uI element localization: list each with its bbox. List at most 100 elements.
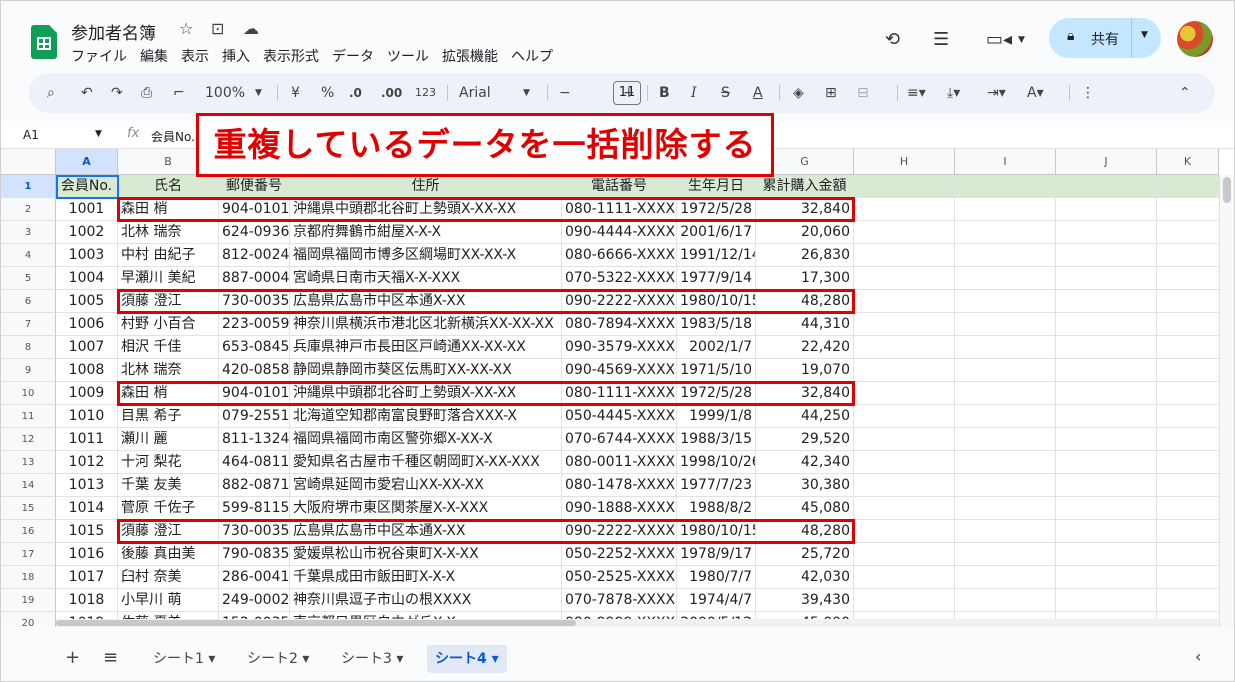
table-cell[interactable]: 39,430 (756, 589, 854, 612)
italic-button[interactable]: I (691, 73, 697, 113)
empty-cell[interactable] (1056, 474, 1157, 497)
table-cell[interactable]: 080-1111-XXXX (562, 198, 677, 221)
header-cell[interactable]: 氏名 (118, 175, 219, 198)
more-formats-button[interactable]: 123 (415, 73, 436, 113)
table-cell[interactable]: 兵庫県神戸市長田区戸崎通XX-XX-XX (290, 336, 562, 359)
scrollbar-thumb[interactable] (1223, 177, 1231, 203)
empty-cell[interactable] (955, 198, 1056, 221)
table-cell[interactable]: 25,720 (756, 543, 854, 566)
table-cell[interactable]: 1004 (56, 267, 118, 290)
table-cell[interactable]: 福岡県福岡市博多区綱場町XX-XX-X (290, 244, 562, 267)
table-cell[interactable]: 32,840 (756, 198, 854, 221)
row-header[interactable]: 1 (1, 175, 56, 198)
table-cell[interactable]: 1016 (56, 543, 118, 566)
table-cell[interactable]: 須藤 澄江 (118, 290, 219, 313)
table-cell[interactable]: 広島県広島市中区本通X-XX (290, 290, 562, 313)
empty-cell[interactable] (1056, 290, 1157, 313)
table-cell[interactable]: 090-4444-XXXX (562, 221, 677, 244)
row-header[interactable]: 3 (1, 221, 56, 244)
empty-cell[interactable] (854, 451, 955, 474)
table-cell[interactable]: 大阪府堺市東区関茶屋X-X-XXX (290, 497, 562, 520)
table-cell[interactable]: 070-7878-XXXX (562, 589, 677, 612)
sheet-grid[interactable]: ABCDEFGHIJK 1234567891011121314151617181… (1, 149, 1234, 627)
menu-item[interactable]: 表示 (181, 46, 209, 66)
menu-item[interactable]: ファイル (71, 46, 127, 66)
menu-item[interactable]: ツール (387, 46, 429, 66)
menu-item[interactable]: 編集 (140, 46, 168, 66)
row-header[interactable]: 16 (1, 520, 56, 543)
table-cell[interactable]: 887-0004 (219, 267, 290, 290)
percent-format-button[interactable]: % (321, 73, 334, 113)
empty-cell[interactable] (1056, 313, 1157, 336)
empty-cell[interactable] (1056, 336, 1157, 359)
table-cell[interactable]: 1011 (56, 428, 118, 451)
table-cell[interactable]: 624-0936 (219, 221, 290, 244)
table-cell[interactable]: 070-5322-XXXX (562, 267, 677, 290)
table-cell[interactable]: 44,310 (756, 313, 854, 336)
bold-button[interactable]: B (659, 73, 670, 113)
zoom-select[interactable]: 100% (205, 73, 245, 113)
table-cell[interactable]: 千葉県成田市飯田町X-X-X (290, 566, 562, 589)
empty-cell[interactable] (1056, 175, 1157, 198)
table-cell[interactable]: 1980/7/7 (677, 566, 756, 589)
table-cell[interactable]: 神奈川県逗子市山の根XXXX (290, 589, 562, 612)
empty-cell[interactable] (854, 244, 955, 267)
table-cell[interactable]: 小早川 萌 (118, 589, 219, 612)
table-cell[interactable]: 北林 瑞奈 (118, 221, 219, 244)
increase-decimal-button[interactable]: .00 (381, 73, 402, 113)
chevron-left-icon[interactable]: ‹ (1195, 647, 1201, 666)
sheets-logo-icon[interactable] (31, 25, 57, 59)
text-color-button[interactable]: A (753, 73, 763, 113)
table-cell[interactable]: 1972/5/28 (677, 198, 756, 221)
table-cell[interactable]: 45,080 (756, 497, 854, 520)
table-cell[interactable]: 1980/10/15 (677, 290, 756, 313)
empty-cell[interactable] (1056, 428, 1157, 451)
table-cell[interactable]: 1998/10/26 (677, 451, 756, 474)
table-cell[interactable]: 森田 梢 (118, 382, 219, 405)
table-cell[interactable]: 080-6666-XXXX (562, 244, 677, 267)
empty-cell[interactable] (854, 566, 955, 589)
table-cell[interactable]: 1010 (56, 405, 118, 428)
empty-cell[interactable] (854, 543, 955, 566)
empty-cell[interactable] (854, 198, 955, 221)
text-rotation-icon[interactable]: A▾ (1027, 73, 1044, 113)
table-cell[interactable]: 904-0101 (219, 382, 290, 405)
table-cell[interactable]: 22,420 (756, 336, 854, 359)
sheet-tab[interactable]: シート3 ▾ (333, 645, 411, 673)
table-cell[interactable]: 1972/5/28 (677, 382, 756, 405)
history-icon[interactable]: ⟲ (885, 29, 900, 50)
header-cell[interactable]: 電話番号 (562, 175, 677, 198)
redo-icon[interactable]: ↷ (111, 73, 123, 113)
horizontal-align-icon[interactable]: ≡▾ (907, 73, 926, 113)
empty-cell[interactable] (854, 290, 955, 313)
row-header[interactable]: 17 (1, 543, 56, 566)
table-cell[interactable]: 249-0002 (219, 589, 290, 612)
table-cell[interactable]: 1991/12/14 (677, 244, 756, 267)
table-cell[interactable]: 1977/7/23 (677, 474, 756, 497)
borders-icon[interactable]: ⊞ (825, 73, 837, 113)
row-header[interactable]: 9 (1, 359, 56, 382)
table-cell[interactable]: 後藤 真由美 (118, 543, 219, 566)
empty-cell[interactable] (854, 405, 955, 428)
empty-cell[interactable] (955, 313, 1056, 336)
empty-cell[interactable] (1056, 543, 1157, 566)
empty-cell[interactable] (854, 497, 955, 520)
sheet-tab[interactable]: シート2 ▾ (239, 645, 317, 673)
star-icon[interactable]: ☆ (179, 19, 193, 38)
undo-icon[interactable]: ↶ (81, 73, 93, 113)
empty-cell[interactable] (955, 474, 1056, 497)
empty-cell[interactable] (854, 428, 955, 451)
chevron-down-icon[interactable]: ▾ (204, 651, 215, 667)
table-cell[interactable]: 須藤 澄江 (118, 520, 219, 543)
table-cell[interactable]: 090-3579-XXXX (562, 336, 677, 359)
table-cell[interactable]: 1974/4/7 (677, 589, 756, 612)
scrollbar-thumb[interactable] (56, 620, 576, 626)
row-header[interactable]: 8 (1, 336, 56, 359)
sheet-tab[interactable]: シート1 ▾ (145, 645, 223, 673)
table-cell[interactable]: 812-0024 (219, 244, 290, 267)
header-cell[interactable]: 郵便番号 (219, 175, 290, 198)
empty-cell[interactable] (955, 221, 1056, 244)
table-cell[interactable]: 070-6744-XXXX (562, 428, 677, 451)
table-cell[interactable]: 1013 (56, 474, 118, 497)
formula-input[interactable]: 会員No. (151, 128, 195, 145)
